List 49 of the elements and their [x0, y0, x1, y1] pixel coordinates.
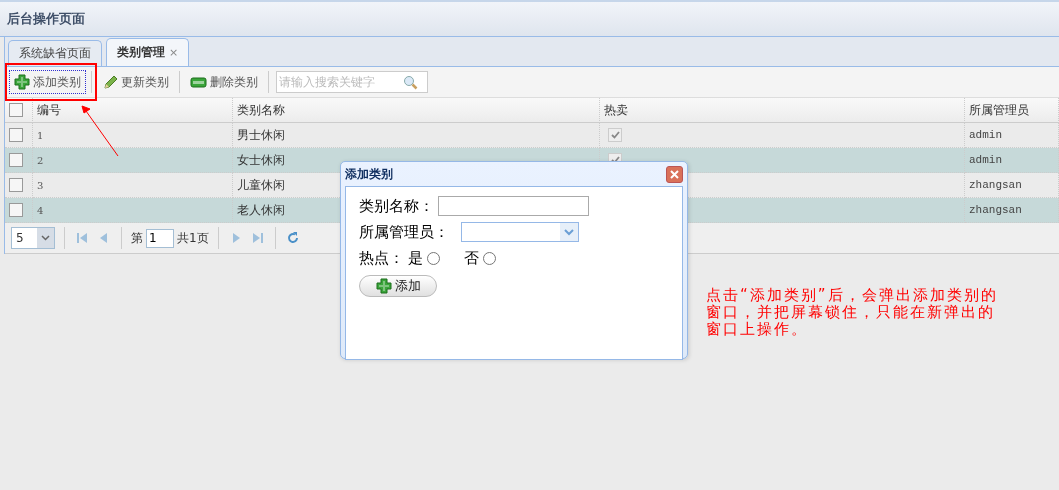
- field-label: 所属管理员：: [359, 222, 449, 242]
- table-cell: 男士休闲: [233, 123, 600, 148]
- input-field[interactable]: [438, 196, 589, 216]
- add-button[interactable]: 添加: [359, 275, 437, 297]
- close-button[interactable]: [666, 165, 683, 183]
- table-cell: 3: [33, 173, 233, 198]
- page-title: 后台操作页面: [7, 10, 85, 28]
- annotation-text: 点击“添加类别”后，会弹出添加类别的窗口，并把屏幕锁住，只能在新弹出的窗口上操作。: [706, 287, 999, 338]
- table-cell: 4: [33, 198, 233, 223]
- checkbox[interactable]: [9, 103, 23, 117]
- first-page-icon: [74, 230, 90, 246]
- field-label: 类别名称：: [359, 196, 434, 216]
- table-cell: 2: [33, 148, 233, 173]
- checkbox[interactable]: [9, 178, 23, 192]
- page-number-field[interactable]: 1: [146, 228, 174, 248]
- table-cell: admin: [965, 148, 1059, 173]
- radio-button[interactable]: [427, 251, 440, 265]
- radio-button[interactable]: [483, 251, 496, 265]
- minus-icon: [190, 74, 207, 90]
- table-cell: admin: [965, 123, 1059, 148]
- option-label: 否: [464, 248, 479, 268]
- table-cell: zhangsan: [965, 198, 1059, 223]
- checkbox[interactable]: [9, 128, 23, 142]
- column-header[interactable]: 编号: [33, 98, 233, 123]
- column-header[interactable]: 所属管理员: [965, 98, 1059, 123]
- toolbar-button[interactable]: 更新类别: [97, 70, 174, 94]
- select-field[interactable]: [461, 222, 579, 242]
- option-label: 是: [408, 248, 423, 268]
- search-icon: [403, 74, 418, 90]
- plus-icon: [375, 278, 392, 294]
- field-label: 热点：: [359, 248, 404, 268]
- arrow: [81, 105, 119, 157]
- page-size-select[interactable]: 5: [11, 227, 55, 249]
- page-label: 第: [131, 229, 143, 247]
- table-cell: zhangsan: [965, 173, 1059, 198]
- toolbar-button[interactable]: 添加类别: [9, 70, 86, 94]
- pencil-icon: [102, 74, 118, 90]
- tab[interactable]: 系统缺省页面: [8, 40, 102, 66]
- search-field[interactable]: 请输入搜索关键字: [276, 71, 428, 93]
- column-header[interactable]: 类别名称: [233, 98, 600, 123]
- checkbox[interactable]: [9, 203, 23, 217]
- close-icon[interactable]: [670, 169, 679, 179]
- table-cell: 1: [33, 123, 233, 148]
- plus-icon: [14, 74, 30, 90]
- toolbar-button[interactable]: 删除类别: [185, 70, 263, 94]
- tab[interactable]: 类别管理 ×: [106, 38, 190, 66]
- column-header[interactable]: 热卖: [600, 98, 965, 123]
- page-total: 共1页: [177, 229, 209, 247]
- checkbox[interactable]: [9, 153, 23, 167]
